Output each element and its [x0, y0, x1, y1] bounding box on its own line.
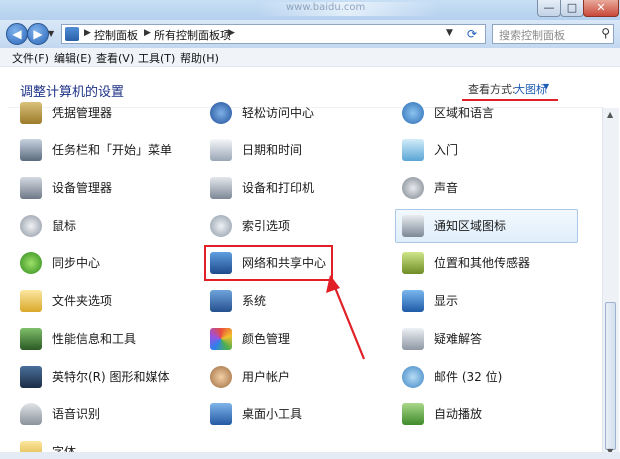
item-label: 鼠标 [52, 219, 77, 233]
breadcrumb-all-items[interactable]: 所有控制面板项 [154, 27, 231, 43]
location-sensor-icon [402, 252, 424, 274]
item-label: 日期和时间 [242, 143, 303, 157]
folder-options-icon [20, 290, 42, 312]
item-label: 性能信息和工具 [52, 332, 137, 346]
item-label: 自动播放 [434, 407, 483, 421]
title-bar: www.baidu.com — □ ✕ [0, 0, 620, 20]
item-label: 颜色管理 [242, 332, 291, 346]
item-label: 系统 [242, 294, 267, 308]
minimize-button[interactable]: — [537, 0, 561, 17]
item-label: 位置和其他传感器 [434, 256, 531, 270]
user-accounts-icon [210, 366, 232, 388]
menu-bar: 文件(F) 编辑(E) 查看(V) 工具(T) 帮助(H) [0, 48, 620, 67]
item-label: 语音识别 [52, 407, 101, 421]
item-label: 区域和语言 [434, 106, 495, 120]
ease-of-access-icon [210, 102, 232, 124]
display-icon [402, 290, 424, 312]
sync-center-icon [20, 252, 42, 274]
annotation-arrow [326, 275, 366, 360]
notification-area-icon [402, 215, 424, 237]
item-label: 声音 [434, 181, 459, 195]
microphone-icon [20, 403, 42, 425]
window-title-blurred: www.baidu.com [258, 2, 438, 16]
menu-edit[interactable]: 编辑(E) [54, 50, 92, 66]
menu-help[interactable]: 帮助(H) [180, 50, 219, 66]
control-panel-content: 调整计算机的设置 查看方式: 大图标 ▼ 凭据管理器 任务栏和「开始」菜单 设备… [0, 67, 620, 459]
search-input[interactable]: 搜索控制面板 ⚲ [492, 24, 614, 44]
printer-icon [210, 177, 232, 199]
item-label: 桌面小工具 [242, 407, 303, 421]
item-label: 网络和共享中心 [242, 256, 327, 270]
getting-started-icon [402, 139, 424, 161]
taskbar-icon [20, 139, 42, 161]
system-icon [210, 290, 232, 312]
magnifier-icon [210, 215, 232, 237]
autoplay-icon [402, 403, 424, 425]
control-panel-icon [65, 27, 79, 41]
breadcrumb-arrow-icon[interactable]: ▶ [144, 28, 151, 38]
item-label: 索引选项 [242, 219, 291, 233]
breadcrumb-control-panel[interactable]: 控制面板 [94, 27, 138, 43]
item-label: 通知区域图标 [434, 219, 507, 233]
item-label: 入门 [434, 143, 459, 157]
search-icon[interactable]: ⚲ [601, 26, 610, 40]
scroll-thumb[interactable] [605, 302, 616, 450]
address-field[interactable]: ▶ 控制面板 ▶ 所有控制面板项 ▶ ▼ ⟳ [61, 24, 486, 44]
speaker-icon [402, 177, 424, 199]
address-bar-row: ◀ ▶ ▼ ▶ 控制面板 ▶ 所有控制面板项 ▶ ▼ ⟳ 搜索控制面板 ⚲ [0, 20, 620, 49]
view-by-dropdown-icon[interactable]: ▼ [543, 82, 549, 91]
address-history-dropdown-icon[interactable]: ▼ [446, 28, 453, 38]
page-title: 调整计算机的设置 [20, 85, 125, 100]
breadcrumb-arrow-icon[interactable]: ▶ [84, 28, 91, 38]
item-label: 凭据管理器 [52, 106, 113, 120]
item-label: 疑难解答 [434, 332, 483, 346]
scroll-up-icon[interactable]: ▲ [607, 110, 613, 119]
item-label: 邮件 (32 位) [434, 370, 503, 384]
globe-clock-icon [402, 102, 424, 124]
window-title-text: www.baidu.com [286, 2, 366, 13]
window-bottom-edge [0, 452, 620, 459]
item-label: 英特尔(R) 图形和媒体 [52, 370, 170, 384]
network-icon [210, 252, 232, 274]
item-label: 轻松访问中心 [242, 106, 315, 120]
desktop-gadgets-icon [210, 403, 232, 425]
recent-pages-dropdown-icon[interactable]: ▼ [48, 29, 54, 38]
credential-manager-icon [20, 102, 42, 124]
menu-tools[interactable]: 工具(T) [138, 50, 175, 66]
breadcrumb-arrow-icon[interactable]: ▶ [228, 28, 235, 38]
menu-view[interactable]: 查看(V) [96, 50, 134, 66]
item-label: 文件夹选项 [52, 294, 113, 308]
back-button[interactable]: ◀ [6, 23, 28, 45]
maximize-button[interactable]: □ [560, 0, 584, 17]
intel-graphics-icon [20, 366, 42, 388]
vertical-scrollbar[interactable]: ▲ ▼ [602, 108, 619, 459]
mail-icon [402, 366, 424, 388]
calendar-clock-icon [210, 139, 232, 161]
view-by-label: 查看方式: [468, 83, 516, 96]
forward-button[interactable]: ▶ [27, 23, 49, 45]
mouse-icon [20, 215, 42, 237]
search-placeholder: 搜索控制面板 [499, 29, 565, 42]
item-label: 显示 [434, 294, 459, 308]
color-management-icon [210, 328, 232, 350]
close-button[interactable]: ✕ [583, 0, 619, 17]
device-manager-icon [20, 177, 42, 199]
item-label: 设备管理器 [52, 181, 113, 195]
refresh-icon[interactable]: ⟳ [464, 26, 480, 42]
troubleshooting-icon [402, 328, 424, 350]
annotation-underline [462, 99, 558, 101]
performance-icon [20, 328, 42, 350]
item-label: 同步中心 [52, 256, 101, 270]
item-label: 用户帐户 [242, 370, 291, 384]
item-label: 设备和打印机 [242, 181, 315, 195]
item-label: 任务栏和「开始」菜单 [52, 143, 173, 157]
menu-file[interactable]: 文件(F) [12, 50, 49, 66]
